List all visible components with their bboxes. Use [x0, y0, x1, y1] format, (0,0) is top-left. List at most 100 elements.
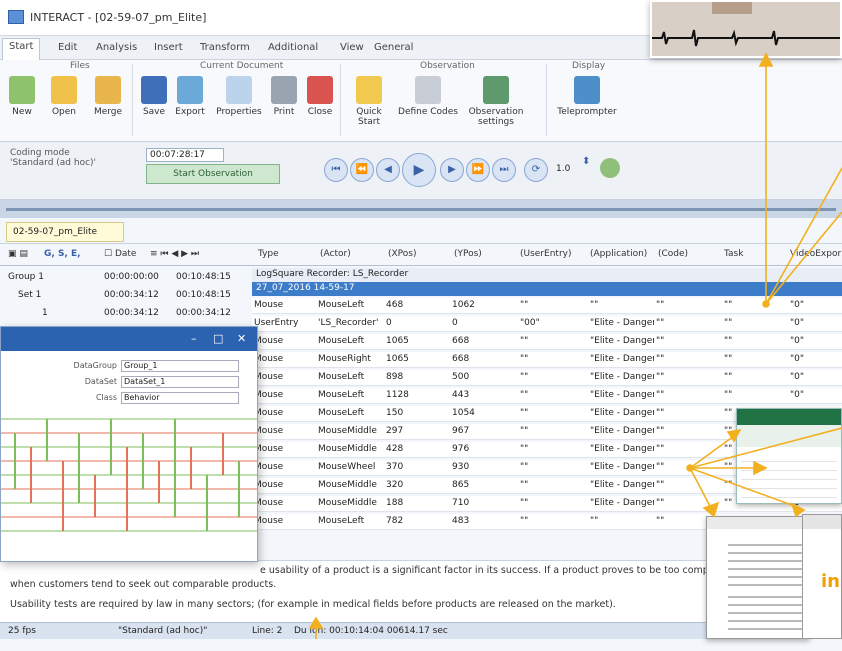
table-cell: MouseMiddle: [318, 498, 377, 508]
menu-view[interactable]: View: [334, 40, 370, 55]
table-cell: "": [656, 390, 665, 400]
spreadsheet-window[interactable]: [736, 408, 842, 504]
teleprompter-label: Teleprompter: [557, 107, 617, 117]
fast-forward-icon[interactable]: ⏩: [466, 158, 490, 182]
table-cell: "Elite - Danger: [590, 408, 654, 418]
play-icon[interactable]: ▶: [402, 153, 436, 187]
menu-analysis[interactable]: Analysis: [90, 40, 143, 55]
table-cell: Mouse: [254, 480, 284, 490]
merge-label: Merge: [93, 107, 123, 117]
table-cell: 1128: [386, 390, 409, 400]
time-field[interactable]: 00:07:28:17: [146, 148, 224, 162]
table-cell: "Elite - Danger: [590, 480, 654, 490]
minimize-icon[interactable]: –: [191, 332, 197, 345]
open-button[interactable]: Open: [44, 76, 84, 136]
app-icon: [8, 10, 24, 24]
class-select[interactable]: Behavior: [121, 392, 239, 404]
menu-transform[interactable]: Transform: [194, 40, 256, 55]
properties-icon: [226, 76, 252, 104]
quick-start-button[interactable]: Quick Start: [344, 76, 394, 136]
define-codes-button[interactable]: Define Codes: [398, 76, 458, 136]
timeline[interactable]: [0, 200, 842, 218]
header-userentry[interactable]: (UserEntry): [520, 249, 571, 259]
table-cell: MouseMiddle: [318, 444, 377, 454]
speed-stepper-icon[interactable]: ⬍: [582, 156, 590, 167]
table-row[interactable]: Mouse MouseLeft 898 500 "" "Elite - Danger "" "…: [252, 370, 842, 386]
browser-window[interactable]: in: [802, 514, 842, 639]
menu-edit[interactable]: Edit: [52, 40, 83, 55]
tree-row[interactable]: Set 1 00:00:34:12 00:10:48:15: [0, 288, 250, 304]
date-checkbox[interactable]: ☐ Date: [104, 249, 136, 259]
table-cell: "Elite - Danger: [590, 462, 654, 472]
header-ypos[interactable]: (YPos): [454, 249, 482, 259]
table-cell: "": [656, 318, 665, 328]
table-cell: MouseLeft: [318, 516, 365, 526]
header-xpos[interactable]: (XPos): [388, 249, 417, 259]
skip-back-icon[interactable]: ⏮: [324, 158, 348, 182]
selected-row[interactable]: 27_07_2016 14-59-17: [252, 282, 842, 296]
close-button[interactable]: Close: [300, 76, 340, 136]
define-codes-label: Define Codes: [398, 107, 458, 117]
close-document-icon: [307, 76, 333, 104]
tree-start: 00:00:34:12: [104, 308, 159, 318]
header-application[interactable]: (Application): [590, 249, 647, 259]
notepad-window[interactable]: [706, 516, 820, 639]
export-button[interactable]: Export: [170, 76, 210, 136]
group-files-label: Files: [70, 61, 90, 71]
chart-window[interactable]: – □ ✕ DataGroup Group_1 DataSet DataSet_…: [0, 326, 258, 562]
observation-settings-button[interactable]: Observation settings: [462, 76, 530, 136]
print-button[interactable]: Print: [264, 76, 304, 136]
table-cell: Mouse: [254, 354, 284, 364]
table-cell: 320: [386, 480, 404, 490]
step-back-icon[interactable]: ◀: [376, 158, 400, 182]
header-code[interactable]: (Code): [658, 249, 688, 259]
table-row[interactable]: UserEntry 'LS_Recorder' 0 0 "00" "Elite - Dan…: [252, 316, 842, 332]
teleprompter-button[interactable]: Teleprompter: [552, 76, 622, 136]
close-icon[interactable]: ✕: [237, 332, 246, 345]
dataset-select[interactable]: DataSet_1: [121, 376, 239, 388]
table-cell: MouseWheel: [318, 462, 376, 472]
table-row[interactable]: Mouse MouseLeft 1128 443 "" "Elite - Danger ""…: [252, 388, 842, 404]
group-set-event-icons[interactable]: G, S, E,: [44, 249, 81, 259]
maximize-icon[interactable]: □: [213, 332, 223, 345]
table-cell: Mouse: [254, 462, 284, 472]
printer-icon: [271, 76, 297, 104]
table-row[interactable]: Mouse MouseLeft 1065 668 "" "Elite - Danger ""…: [252, 334, 842, 350]
header-task[interactable]: Task: [724, 249, 743, 259]
table-cell: Mouse: [254, 498, 284, 508]
table-cell: 930: [452, 462, 470, 472]
step-forward-icon[interactable]: ▶: [440, 158, 464, 182]
header-type[interactable]: Type: [258, 249, 279, 259]
table-cell: MouseMiddle: [318, 426, 377, 436]
tree-row[interactable]: Group 1 00:00:00:00 00:10:48:15: [0, 270, 250, 286]
navigation-arrows-icon[interactable]: ≡ ⏮ ◀ ▶ ⏭: [150, 249, 199, 259]
settings-gear-icon[interactable]: [600, 158, 620, 178]
loop-icon[interactable]: ⟳: [524, 158, 548, 182]
start-observation-button[interactable]: Start Observation: [146, 164, 280, 184]
table-cell: UserEntry: [254, 318, 299, 328]
menu-start[interactable]: Start: [2, 38, 41, 60]
properties-button[interactable]: Properties: [214, 76, 264, 136]
table-row[interactable]: Mouse MouseRight 1065 668 "" "Elite - Danger "…: [252, 352, 842, 368]
table-cell: MouseLeft: [318, 372, 365, 382]
save-button[interactable]: Save: [134, 76, 174, 136]
menu-general[interactable]: General: [368, 40, 419, 55]
skip-forward-icon[interactable]: ⏭: [492, 158, 516, 182]
merge-button[interactable]: Merge: [88, 76, 128, 136]
filter-icon[interactable]: ▣ ▤: [8, 249, 28, 259]
table-cell: "": [520, 354, 529, 364]
menu-insert[interactable]: Insert: [148, 40, 189, 55]
table-cell: 0: [386, 318, 392, 328]
new-button[interactable]: New: [2, 76, 42, 136]
tree-row[interactable]: 1 00:00:34:12 00:00:34:12: [0, 306, 250, 322]
menu-additional[interactable]: Additional: [262, 40, 324, 55]
datagroup-select[interactable]: Group_1: [121, 360, 239, 372]
table-cell: 976: [452, 444, 470, 454]
timeline-chart: [1, 418, 257, 532]
table-row[interactable]: Mouse MouseLeft 468 1062 "" "" "" "" "0": [252, 298, 842, 314]
header-videoexport[interactable]: VideoExpor: [790, 249, 841, 259]
fast-rewind-icon[interactable]: ⏪: [350, 158, 374, 182]
document-tab[interactable]: 02-59-07_pm_Elite: [6, 222, 124, 242]
table-cell: Mouse: [254, 390, 284, 400]
header-actor[interactable]: (Actor): [320, 249, 351, 259]
